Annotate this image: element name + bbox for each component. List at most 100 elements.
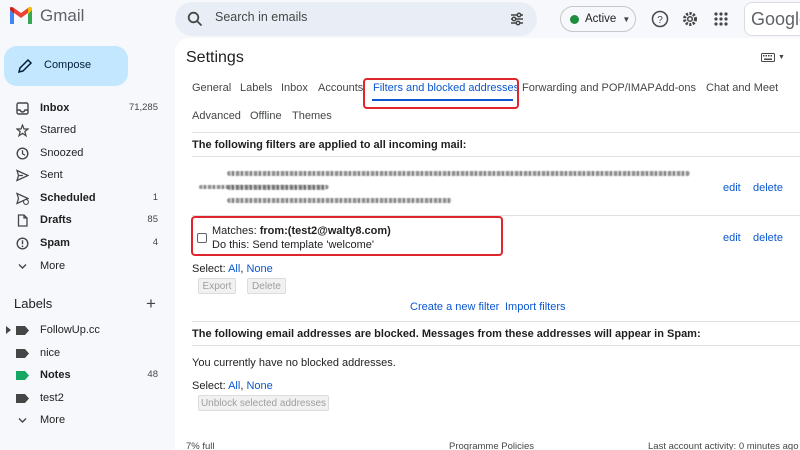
tab-general[interactable]: General <box>192 82 231 94</box>
delete-button[interactable]: Delete <box>247 278 286 294</box>
tab-advanced[interactable]: Advanced <box>192 110 241 122</box>
tab-offline[interactable]: Offline <box>250 110 282 122</box>
label-item-test2[interactable]: test2 <box>0 387 170 409</box>
inbox-icon <box>15 101 29 115</box>
divider <box>192 156 800 157</box>
label-item-more[interactable]: More <box>0 409 170 431</box>
sidebar-item-label: Scheduled <box>40 192 96 204</box>
status-dropdown[interactable]: Active ▼ <box>560 6 636 32</box>
tab-add-ons[interactable]: Add-ons <box>655 82 696 94</box>
search-options-icon[interactable] <box>509 11 525 27</box>
label-name: FollowUp.cc <box>40 324 100 336</box>
google-wordmark: Google <box>751 9 800 29</box>
select-none-link[interactable]: None <box>246 263 272 275</box>
caret-down-icon: ▼ <box>622 14 631 24</box>
compose-label: Compose <box>44 59 92 71</box>
select-all-link[interactable]: All <box>228 380 240 392</box>
select-blocked: Select: All, None <box>192 380 273 392</box>
sidebar-item-label: Inbox <box>40 102 70 114</box>
settings-panel: Settings ▼ General Labels Inbox Accounts… <box>175 38 800 450</box>
label-tag-icon <box>15 346 29 360</box>
select-label: Select: <box>192 380 229 392</box>
divider <box>192 345 800 346</box>
select-all-link[interactable]: All <box>228 263 240 275</box>
sidebar-item-label: Sent <box>40 169 63 181</box>
delete-filter-link[interactable]: delete <box>753 232 783 244</box>
label-count: 48 <box>147 369 158 380</box>
delete-filter-link[interactable]: delete <box>753 182 783 194</box>
sidebar-item-count: 4 <box>152 237 158 248</box>
sidebar-item-snoozed[interactable]: Snoozed <box>0 142 170 164</box>
sidebar-item-label: Spam <box>40 237 70 249</box>
star-icon <box>15 123 29 137</box>
expand-arrow-icon[interactable] <box>6 326 11 334</box>
tab-labels[interactable]: Labels <box>240 82 272 94</box>
add-label-plus-icon[interactable]: + <box>146 294 156 314</box>
labels-heading: Labels <box>14 296 53 311</box>
programme-policies-link[interactable]: Programme Policies <box>449 441 534 450</box>
divider <box>192 321 800 322</box>
select-none-link[interactable]: None <box>246 380 272 392</box>
tab-forwarding-pop-imap[interactable]: Forwarding and POP/IMAP <box>522 82 655 94</box>
sidebar-item-count: 85 <box>147 214 158 225</box>
page-title: Settings <box>186 49 244 66</box>
sidebar-item-count: 71,285 <box>128 102 158 113</box>
clock-icon <box>15 146 29 160</box>
edit-filter-link[interactable]: edit <box>723 182 741 194</box>
caret-down-icon: ▼ <box>778 54 785 61</box>
label-name: More <box>40 414 66 426</box>
compose-button[interactable]: Compose <box>4 46 128 86</box>
storage-usage: 7% full <box>186 441 215 450</box>
help-icon[interactable]: ? <box>650 9 670 29</box>
filters-heading: The following filters are applied to all… <box>192 139 467 151</box>
redacted-text-line <box>227 198 452 203</box>
gmail-logo[interactable]: Gmail <box>8 6 84 26</box>
gmail-m-icon <box>10 7 32 24</box>
sidebar-item-starred[interactable]: Starred <box>0 119 170 141</box>
create-filter-link[interactable]: Create a new filter <box>410 301 499 313</box>
sidebar-item-label: More <box>40 260 66 272</box>
search-icon[interactable] <box>187 11 203 27</box>
search-bar[interactable] <box>175 2 537 36</box>
edit-filter-link[interactable]: edit <box>723 232 741 244</box>
scheduled-icon <box>15 191 29 205</box>
export-button[interactable]: Export <box>198 278 236 294</box>
chevron-down-icon <box>15 259 29 273</box>
chevron-down-icon <box>15 413 29 427</box>
label-tag-icon <box>15 368 29 382</box>
sidebar-item-inbox[interactable]: Inbox 71,285 <box>0 97 170 119</box>
top-bar: Gmail Active ▼ ? <box>0 0 800 38</box>
tab-chat-and-meet[interactable]: Chat and Meet <box>706 82 778 94</box>
sidebar-item-drafts[interactable]: Drafts 85 <box>0 209 170 231</box>
label-item-notes[interactable]: Notes 48 <box>0 364 170 386</box>
svg-text:?: ? <box>657 15 663 26</box>
draft-icon <box>15 213 29 227</box>
highlight-box-filter <box>191 216 503 256</box>
label-name: Notes <box>40 369 71 381</box>
no-blocked-text: You currently have no blocked addresses. <box>192 357 396 369</box>
select-label: Select: <box>192 263 229 275</box>
account-button[interactable]: Google <box>744 2 800 36</box>
sidebar-item-scheduled[interactable]: Scheduled 1 <box>0 187 170 209</box>
label-item-followup[interactable]: FollowUp.cc <box>0 319 170 341</box>
tab-inbox[interactable]: Inbox <box>281 82 308 94</box>
import-filters-link[interactable]: Import filters <box>505 301 566 313</box>
status-label: Active <box>585 13 617 25</box>
label-item-nice[interactable]: nice <box>0 342 170 364</box>
apps-grid-icon[interactable] <box>711 9 731 29</box>
settings-gear-icon[interactable] <box>680 9 700 29</box>
sidebar-item-spam[interactable]: Spam 4 <box>0 232 170 254</box>
spam-icon <box>15 236 29 250</box>
redacted-text-line <box>227 185 327 190</box>
status-dot-icon <box>570 14 579 24</box>
sidebar-item-more[interactable]: More <box>0 255 170 277</box>
last-account-activity: Last account activity: 0 minutes ago <box>648 441 799 450</box>
unblock-selected-button[interactable]: Unblock selected addresses <box>198 395 329 411</box>
search-input[interactable] <box>215 10 495 24</box>
sidebar-item-sent[interactable]: Sent <box>0 164 170 186</box>
input-tools-keyboard-icon[interactable]: ▼ <box>761 53 785 62</box>
tab-themes[interactable]: Themes <box>292 110 332 122</box>
sidebar-item-label: Snoozed <box>40 147 84 159</box>
tab-accounts[interactable]: Accounts <box>318 82 363 94</box>
select-filters: Select: All, None <box>192 263 273 275</box>
